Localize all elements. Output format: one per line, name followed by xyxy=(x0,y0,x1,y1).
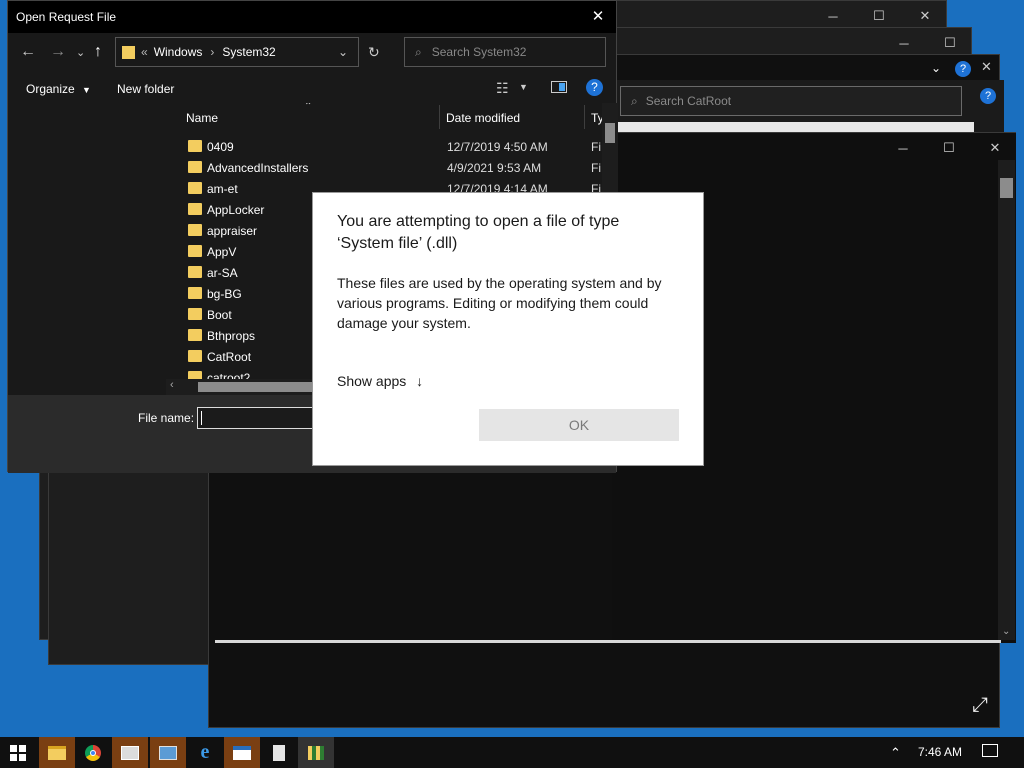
taskbar-chrome[interactable] xyxy=(75,737,111,768)
maximize-icon[interactable]: ☐ xyxy=(926,133,972,163)
show-apps-link[interactable]: Show apps ↓ xyxy=(337,373,423,389)
navigation-bar: ← → ⌄ ↑ « Windows › System32 ⌄ ↻ ⌕ Searc… xyxy=(8,33,616,73)
back-arrow-icon[interactable]: ← xyxy=(20,43,36,61)
chevron-down-icon[interactable]: ▼ xyxy=(519,82,528,92)
chrome-icon xyxy=(85,744,101,761)
vertical-scrollbar-thumb[interactable] xyxy=(605,123,615,143)
folder-icon xyxy=(188,266,202,278)
recent-locations-chevron-icon[interactable]: ⌄ xyxy=(76,46,85,59)
help-icon[interactable]: ? xyxy=(980,88,996,104)
chevron-down-icon[interactable]: ⌄ xyxy=(931,61,941,75)
preview-pane-icon[interactable] xyxy=(551,81,567,93)
column-header-type[interactable]: Ty xyxy=(591,111,602,125)
windows-logo-icon xyxy=(10,744,26,761)
text-caret xyxy=(201,411,202,425)
search-input[interactable]: ⌕ Search System32 xyxy=(404,37,606,67)
scrollbar[interactable] xyxy=(998,160,1015,640)
dialog-title: Open Request File xyxy=(16,10,117,24)
address-bar[interactable]: « Windows › System32 ⌄ xyxy=(115,37,359,67)
scrollbar-thumb[interactable] xyxy=(1000,178,1013,198)
taskbar-internet-explorer[interactable]: e xyxy=(187,737,223,768)
photos-icon xyxy=(121,745,139,760)
folder-icon xyxy=(188,287,202,299)
view-options-icon[interactable]: ☷ xyxy=(496,80,509,97)
taskbar-clock[interactable]: 7:46 AM xyxy=(918,745,962,759)
expand-icon[interactable]: ⤢ xyxy=(972,694,988,717)
ok-button[interactable]: OK xyxy=(479,409,679,441)
folder-icon xyxy=(188,224,202,236)
sort-ascending-icon: ⌃ xyxy=(304,103,313,112)
minimize-icon[interactable]: ─ xyxy=(880,133,926,163)
column-separator[interactable] xyxy=(439,105,440,129)
taskbar-photos[interactable] xyxy=(112,737,148,768)
folder-icon xyxy=(188,308,202,320)
app-icon xyxy=(233,745,251,760)
search-icon: ⌕ xyxy=(631,93,638,108)
refresh-icon[interactable]: ↻ xyxy=(368,44,380,61)
column-header-name[interactable]: Name xyxy=(186,111,218,125)
file-row[interactable]: 0409 12/7/2019 4:50 AM Fi xyxy=(166,137,602,158)
arrow-down-icon: ↓ xyxy=(416,373,424,389)
app-icon xyxy=(308,745,324,760)
internet-explorer-icon: e xyxy=(200,741,210,763)
divider xyxy=(215,640,1001,643)
folder-icon xyxy=(188,329,202,341)
close-icon[interactable]: ✕ xyxy=(580,1,616,31)
file-row[interactable]: AdvancedInstallers 4/9/2021 9:53 AM Fi xyxy=(166,158,602,179)
file-name-label: File name: xyxy=(138,411,195,425)
help-icon[interactable]: ? xyxy=(955,61,971,77)
scroll-down-icon[interactable]: ⌄ xyxy=(1002,626,1010,637)
organize-button[interactable]: Organize ▼ xyxy=(26,82,91,96)
close-icon[interactable]: ✕ xyxy=(981,59,992,75)
start-button[interactable] xyxy=(0,737,36,768)
folder-icon xyxy=(188,182,202,194)
notification-icon[interactable] xyxy=(982,744,998,757)
chevron-down-icon: ▼ xyxy=(82,85,91,95)
taskbar-file-explorer[interactable] xyxy=(39,737,75,768)
title-bar: Open Request File ✕ xyxy=(8,1,616,33)
close-icon[interactable]: ✕ xyxy=(972,133,1018,163)
folder-icon xyxy=(188,245,202,257)
navigation-pane[interactable] xyxy=(8,103,166,395)
dialog-message: These files are used by the operating sy… xyxy=(337,275,662,331)
file-name-input[interactable] xyxy=(197,407,317,429)
breadcrumb-overflow[interactable]: « xyxy=(141,45,148,59)
toolbar: Organize ▼ New folder ☷ ▼ ? xyxy=(8,73,616,103)
folder-icon xyxy=(188,161,202,173)
folder-icon xyxy=(122,45,135,59)
taskbar-control-panel[interactable] xyxy=(150,737,186,768)
breadcrumb-system32[interactable]: System32 xyxy=(222,45,275,59)
calculator-icon xyxy=(273,744,285,761)
file-explorer-icon xyxy=(48,745,66,760)
chevron-down-icon[interactable]: ⌄ xyxy=(338,45,348,59)
taskbar-app[interactable] xyxy=(298,737,334,768)
horizontal-scrollbar-thumb[interactable] xyxy=(198,382,316,392)
folder-icon xyxy=(188,203,202,215)
catroot-search-input[interactable]: ⌕ Search CatRoot xyxy=(620,86,962,116)
new-folder-button[interactable]: New folder xyxy=(117,82,174,96)
breadcrumb-windows[interactable]: Windows xyxy=(154,45,203,59)
up-arrow-icon[interactable]: ↑ xyxy=(94,43,102,61)
folder-icon xyxy=(188,350,202,362)
column-separator[interactable] xyxy=(584,105,585,129)
taskbar-calculator[interactable] xyxy=(261,737,297,768)
chevron-up-icon[interactable]: ⌃ xyxy=(890,745,901,761)
taskbar: e ⌃ 7:46 AM xyxy=(0,737,1024,768)
chevron-right-icon: › xyxy=(210,45,215,59)
help-icon[interactable]: ? xyxy=(586,79,603,96)
scroll-left-icon[interactable]: ‹ xyxy=(170,379,174,391)
forward-arrow-icon[interactable]: → xyxy=(50,43,66,61)
search-icon: ⌕ xyxy=(415,44,422,59)
control-panel-icon xyxy=(159,745,177,760)
column-header-date-modified[interactable]: Date modified xyxy=(446,111,520,125)
dialog-heading: You are attempting to open a file of typ… xyxy=(337,213,620,252)
folder-icon xyxy=(188,140,202,152)
system-file-warning-dialog: You are attempting to open a file of typ… xyxy=(312,192,704,466)
taskbar-app[interactable] xyxy=(224,737,260,768)
